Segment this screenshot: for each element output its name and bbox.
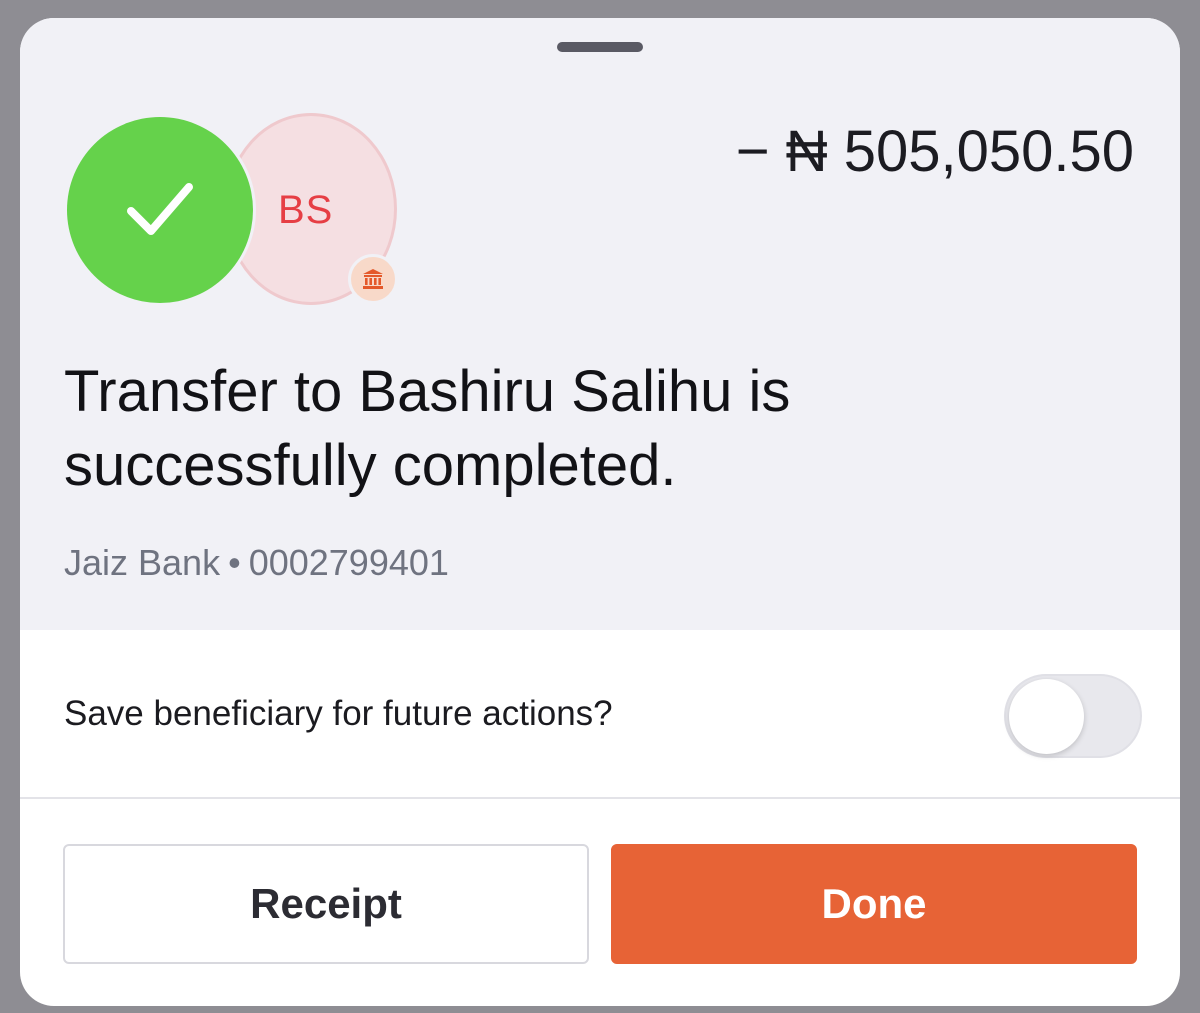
save-beneficiary-toggle[interactable] (1004, 674, 1142, 758)
divider (20, 797, 1180, 799)
drag-handle[interactable] (557, 42, 643, 52)
bank-icon (363, 269, 383, 289)
bank-badge (348, 254, 398, 304)
done-button[interactable]: Done (611, 844, 1137, 964)
toggle-knob (1009, 679, 1084, 754)
transfer-amount: − ₦ 505,050.50 (735, 119, 1134, 184)
separator-dot: • (228, 542, 241, 583)
transfer-success-sheet: BS − ₦ 505,050.50 Transfer to Bashiru Sa… (20, 18, 1180, 1006)
avatar-initials: BS (278, 188, 334, 232)
transfer-summary: BS − ₦ 505,050.50 Transfer to Bashiru Sa… (20, 18, 1180, 630)
checkmark-icon (127, 183, 193, 235)
receipt-button[interactable]: Receipt (63, 844, 589, 964)
bank-name: Jaiz Bank (64, 542, 221, 583)
recipient-details: Jaiz Bank • 0002799401 (64, 542, 449, 584)
account-number: 0002799401 (248, 542, 449, 583)
save-beneficiary-label: Save beneficiary for future actions? (64, 694, 613, 733)
success-message: Transfer to Bashiru Salihu is successful… (64, 359, 791, 498)
success-badge (67, 117, 253, 303)
